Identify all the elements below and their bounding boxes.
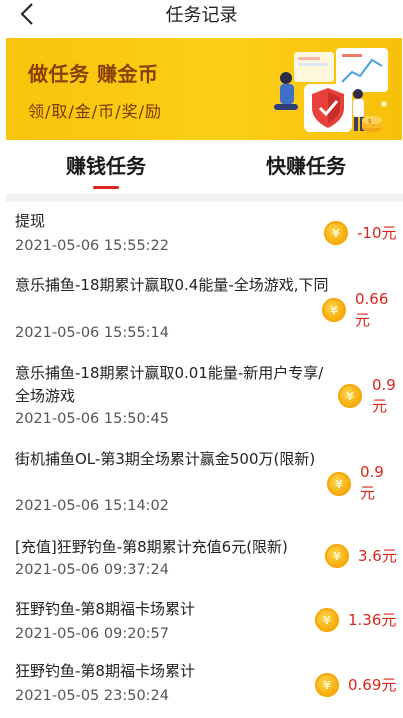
record-title: 狂野钓鱼-第8期福卡场累计: [15, 662, 195, 680]
coin-symbol: ¥: [323, 613, 331, 627]
coin-icon: ¥: [322, 298, 346, 322]
section-divider: [6, 194, 403, 202]
page-title: 任务记录: [165, 5, 238, 26]
record-time: 2021-05-06 09:37:24: [15, 562, 169, 578]
list-item[interactable]: 狂野钓鱼-第8期福卡场累计 2021-05-05 23:50:24 ¥ 0.69…: [0, 648, 403, 718]
record-title: 街机捕鱼OL-第3期全场累计赢金500万(限新): [15, 450, 316, 468]
record-amount: 3.6元: [358, 547, 397, 565]
coin-symbol: ¥: [332, 226, 340, 240]
record-amount: 0.9元: [372, 376, 396, 415]
coin-symbol: ¥: [346, 389, 354, 403]
coin-symbol: ¥: [335, 477, 343, 491]
record-amount: -10元: [357, 224, 397, 242]
security-illustration-icon: $: [274, 48, 389, 132]
svg-text:$: $: [368, 118, 372, 125]
task-tabs: 赚钱任务 快赚任务: [0, 140, 403, 194]
banner-subtitle: 领/取/金/币/奖/励: [28, 102, 162, 121]
record-title: 意乐捕鱼-18期累计赢取0.01能量-新用户专享/全场游戏: [15, 364, 324, 405]
tab-quick-earn[interactable]: 快赚任务: [206, 150, 403, 179]
record-title: 狂野钓鱼-第8期福卡场累计: [15, 600, 195, 618]
promo-banner[interactable]: 做任务 赚金币 领/取/金/币/奖/励 $: [6, 38, 402, 140]
active-tab-indicator: [93, 186, 119, 189]
record-time: 2021-05-06 15:50:45: [15, 411, 169, 427]
list-item[interactable]: 意乐捕鱼-18期累计赢取0.01能量-新用户专享/全场游戏 2021-05-06…: [0, 344, 403, 432]
coin-symbol: ¥: [333, 549, 341, 563]
list-item[interactable]: 意乐捕鱼-18期累计赢取0.4能量-全场游戏,下同 2021-05-06 15:…: [0, 264, 403, 344]
record-title: 提现: [15, 212, 46, 230]
list-item[interactable]: [充值]狂野钓鱼-第8期累计充值6元(限新) 2021-05-06 09:37:…: [0, 524, 403, 584]
coin-icon: ¥: [338, 384, 362, 408]
record-time: 2021-05-05 23:50:24: [15, 688, 169, 704]
tab-earn-money[interactable]: 赚钱任务: [6, 150, 206, 179]
banner-title: 做任务 赚金币: [28, 62, 159, 86]
coin-icon: ¥: [315, 673, 339, 697]
record-amount: 0.66元: [355, 290, 389, 329]
coin-icon: ¥: [324, 221, 348, 245]
record-title: 意乐捕鱼-18期累计赢取0.4能量-全场游戏,下同: [15, 276, 329, 294]
list-item[interactable]: 狂野钓鱼-第8期福卡场累计 2021-05-06 09:20:57 ¥ 1.36…: [0, 584, 403, 648]
record-time: 2021-05-06 15:55:22: [15, 238, 169, 254]
record-amount: 1.36元: [348, 611, 397, 629]
coin-icon: ¥: [327, 472, 351, 496]
coin-icon: ¥: [325, 544, 349, 568]
list-item[interactable]: 街机捕鱼OL-第3期全场累计赢金500万(限新) 2021-05-06 15:1…: [0, 432, 403, 524]
record-time: 2021-05-06 09:20:57: [15, 626, 169, 642]
top-navbar: 任务记录: [0, 0, 403, 30]
coin-symbol: ¥: [323, 678, 331, 692]
record-title: [充值]狂野钓鱼-第8期累计充值6元(限新): [15, 538, 288, 556]
record-amount: 0.9元: [360, 463, 384, 502]
record-amount: 0.69元: [348, 676, 397, 694]
coin-symbol: ¥: [330, 303, 338, 317]
record-time: 2021-05-06 15:55:14: [15, 325, 169, 341]
record-time: 2021-05-06 15:14:02: [15, 498, 169, 514]
coin-icon: ¥: [315, 608, 339, 632]
list-item[interactable]: 提现 2021-05-06 15:55:22 ¥ -10元: [0, 202, 403, 264]
